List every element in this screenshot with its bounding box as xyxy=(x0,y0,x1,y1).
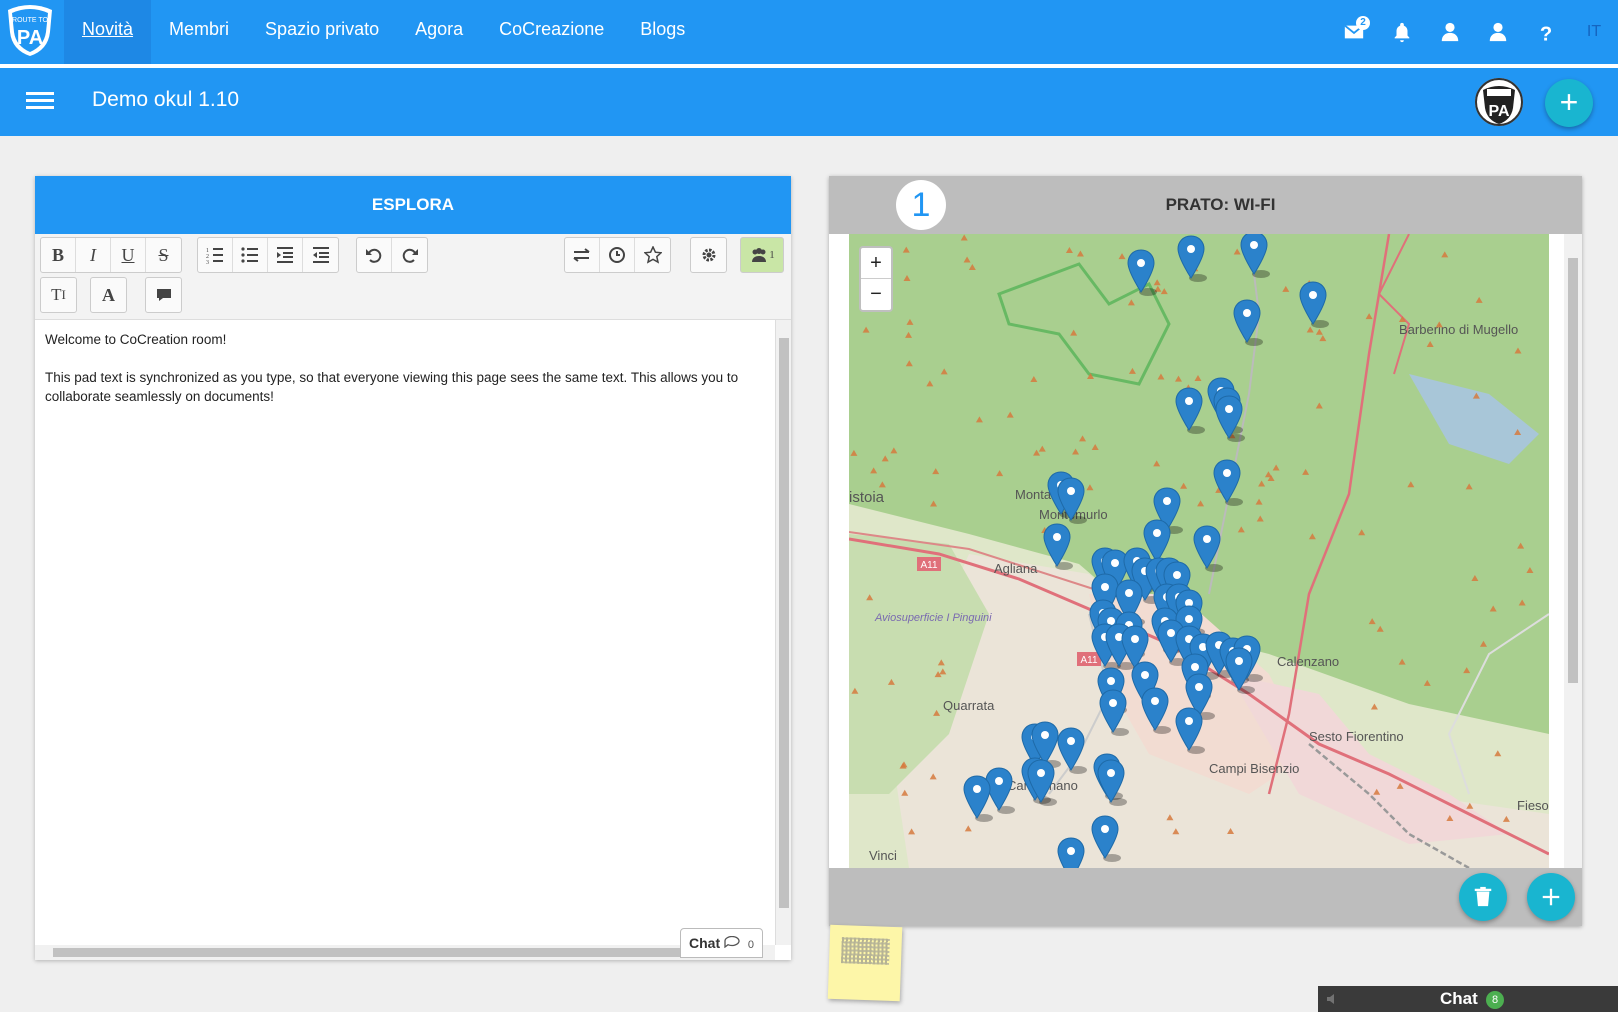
comment-icon[interactable] xyxy=(146,278,181,312)
users-icon[interactable]: 1 xyxy=(741,238,783,272)
star-icon[interactable] xyxy=(635,238,670,272)
pad-chat-count: 0 xyxy=(747,939,755,951)
svg-text:?: ? xyxy=(1540,23,1552,43)
room-avatar[interactable]: PA xyxy=(1475,78,1523,126)
nav-link-blogs[interactable]: Blogs xyxy=(622,0,703,64)
nav-link-agora[interactable]: Agora xyxy=(397,0,481,64)
strikethrough-icon[interactable]: S xyxy=(146,238,181,272)
profile-button[interactable] xyxy=(1474,0,1522,64)
outdent-icon[interactable] xyxy=(303,238,338,272)
editor-vertical-scrollbar[interactable] xyxy=(775,320,791,945)
map-scrollbar[interactable] xyxy=(1564,234,1582,868)
global-chat-bar[interactable]: Chat 8 xyxy=(1318,986,1618,1012)
messages-button[interactable]: 2 xyxy=(1330,0,1378,64)
nav-link-membri[interactable]: Membri xyxy=(151,0,247,64)
map-panel: PRATO: WI-FI 1 Barberino di Mugello isto… xyxy=(829,176,1582,926)
chat-label: Chat xyxy=(1440,989,1478,1008)
editor-panel: ESPLORA B I U S 123 1 T I A Welcome to C… xyxy=(35,176,791,960)
svg-text:Sesto Fiorentino: Sesto Fiorentino xyxy=(1309,729,1404,744)
editor-title: ESPLORA xyxy=(35,176,791,234)
editor-toolbar: B I U S 123 1 TI A xyxy=(35,234,791,320)
editor-horizontal-scrollbar[interactable] xyxy=(35,945,775,960)
redo-icon[interactable] xyxy=(392,238,427,272)
delete-button[interactable] xyxy=(1459,873,1507,921)
underline-icon[interactable]: U xyxy=(111,238,146,272)
svg-text:Barberino di Mugello: Barberino di Mugello xyxy=(1399,322,1518,337)
svg-text:PA: PA xyxy=(17,27,43,49)
speaker-icon xyxy=(1327,994,1334,1004)
add-button[interactable]: + xyxy=(1545,79,1593,127)
plus-icon xyxy=(1542,888,1560,906)
room-header: Demo okul 1.10 PA + xyxy=(0,68,1618,136)
svg-text:ROUTE TO: ROUTE TO xyxy=(12,17,48,24)
timeslider-icon[interactable] xyxy=(600,238,635,272)
user-icon xyxy=(1489,22,1507,42)
svg-text:Agliana: Agliana xyxy=(994,561,1038,576)
language-selector[interactable]: IT xyxy=(1570,0,1618,64)
pad-line-1: Welcome to CoCreation room! xyxy=(45,332,227,347)
trash-icon xyxy=(1474,886,1492,907)
svg-text:3: 3 xyxy=(206,260,209,264)
svg-text:PA: PA xyxy=(1488,103,1509,120)
route-to-pa-logo[interactable]: ROUTE TO PA xyxy=(4,2,56,58)
contacts-button[interactable] xyxy=(1426,0,1474,64)
notifications-button[interactable] xyxy=(1378,0,1426,64)
wifi-map[interactable]: Barberino di Mugello istoia Montale Mont… xyxy=(849,234,1549,868)
nav-link-spazio-privato[interactable]: Spazio privato xyxy=(247,0,397,64)
svg-text:Vinci: Vinci xyxy=(869,848,897,863)
messages-badge: 2 xyxy=(1356,16,1370,30)
settings-icon[interactable] xyxy=(691,238,726,272)
svg-text:Aviosuperficie I Pinguini: Aviosuperficie I Pinguini xyxy=(874,612,992,624)
font-color-icon[interactable]: A xyxy=(91,278,126,312)
nav-link-novita[interactable]: Novità xyxy=(64,0,152,64)
room-title: Demo okul 1.10 xyxy=(92,88,240,111)
svg-text:A11: A11 xyxy=(1080,655,1097,666)
zoom-in-button[interactable]: + xyxy=(861,248,891,279)
svg-text:Calenzano: Calenzano xyxy=(1277,654,1339,669)
pad-chat-label: Chat xyxy=(689,935,721,951)
sticky-note[interactable] xyxy=(827,924,903,1002)
svg-text:Fiesol: Fiesol xyxy=(1517,798,1549,813)
speech-bubble-icon xyxy=(724,935,744,951)
users-count: 1 xyxy=(769,249,775,261)
indent-icon[interactable] xyxy=(268,238,303,272)
undo-icon[interactable] xyxy=(357,238,392,272)
ordered-list-icon[interactable]: 123 xyxy=(198,238,233,272)
help-icon: ? xyxy=(1540,23,1552,43)
svg-text:istoia: istoia xyxy=(849,489,885,506)
unordered-list-icon[interactable] xyxy=(233,238,268,272)
help-button[interactable]: ? xyxy=(1522,0,1570,64)
chat-count-badge: 8 xyxy=(1486,991,1504,1009)
map-number-badge: 1 xyxy=(896,180,946,230)
top-navbar: ROUTE TO PA Novità Membri Spazio privato… xyxy=(0,0,1618,64)
map-header: PRATO: WI-FI 1 xyxy=(829,176,1582,234)
map-zoom-control: + − xyxy=(859,246,893,312)
import-export-icon[interactable] xyxy=(565,238,600,272)
svg-text:Quarrata: Quarrata xyxy=(943,698,995,713)
nav-link-cocreazione[interactable]: CoCreazione xyxy=(481,0,622,64)
add-marker-button[interactable] xyxy=(1527,873,1575,921)
italic-icon[interactable]: I xyxy=(76,238,111,272)
zoom-out-button[interactable]: − xyxy=(861,279,891,310)
map-footer xyxy=(829,868,1582,926)
sticky-note-scribble xyxy=(840,937,890,965)
menu-icon[interactable] xyxy=(26,88,54,116)
pad-chat-button[interactable]: Chat 0 xyxy=(680,928,764,958)
svg-text:A11: A11 xyxy=(920,560,937,571)
svg-text:Campi Bisenzio: Campi Bisenzio xyxy=(1209,761,1299,776)
text-size-icon[interactable]: TI xyxy=(41,278,76,312)
pad-line-2: This pad text is synchronized as you typ… xyxy=(45,370,739,404)
user-icon xyxy=(1441,22,1459,42)
bell-icon xyxy=(1394,22,1410,43)
bold-icon[interactable]: B xyxy=(41,238,76,272)
pad-text-area[interactable]: Welcome to CoCreation room! This pad tex… xyxy=(35,320,775,945)
